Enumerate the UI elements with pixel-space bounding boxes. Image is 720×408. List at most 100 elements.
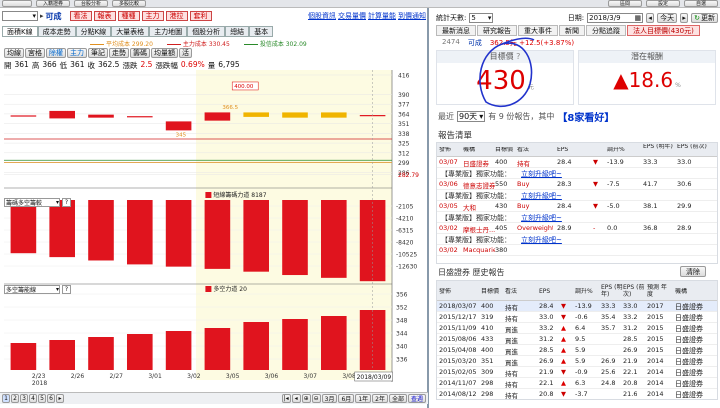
history-row[interactable]: 2014/11/07 298 持有 22.1 ▲ 6.3 24.8 20.8 2014 日盛證券	[437, 378, 717, 389]
report-button[interactable]: 報表	[93, 11, 116, 21]
link-stock-info[interactable]: 個股資訊	[308, 11, 336, 21]
range-week[interactable]: 查週	[407, 394, 426, 403]
history-title: 日盛證券 歷史報告	[438, 268, 505, 277]
refresh-button[interactable]: ↻ 更新	[691, 12, 718, 23]
indicator2-help[interactable]: ?	[62, 285, 71, 294]
history-row[interactable]: 2015/11/09 410 買進 33.2 ▲ 6.4 35.7 31.2 2015 日盛證券	[437, 323, 717, 334]
tab-volume-table[interactable]: 大量表格	[111, 26, 150, 37]
tab-analysis[interactable]: 個股分析	[187, 26, 226, 37]
range-1y[interactable]: 1年	[355, 394, 372, 403]
tab-branch-k[interactable]: 分點K線	[75, 26, 112, 37]
ind2-tick-label: 340	[396, 344, 408, 351]
price-candle	[320, 112, 347, 118]
today-button[interactable]: 今天	[657, 12, 678, 23]
tool-grid[interactable]: 宮格	[25, 48, 45, 58]
upgrade-link[interactable]: 立刻升級吧~	[521, 191, 562, 201]
menu-item-2[interactable]: 入籍證券	[36, 0, 70, 7]
port-button[interactable]: 港拉	[165, 11, 188, 21]
tab-latest-news[interactable]: 最新消息	[436, 25, 476, 36]
tool-live[interactable]: 活	[179, 48, 192, 58]
next-day-icon[interactable]: ▸	[680, 12, 689, 23]
tool-avgvol[interactable]: 均量額	[151, 48, 178, 58]
tool-chips[interactable]: 籌碼	[130, 48, 150, 58]
tab-area-k[interactable]: 面積K線	[2, 26, 38, 37]
date-input[interactable]: 2018/3/9 ▦	[587, 12, 644, 23]
page-next-icon[interactable]: ▸	[56, 394, 64, 403]
stock-select[interactable]: ▾	[2, 11, 38, 21]
upgrade-link[interactable]: 立刻升級吧~	[521, 213, 562, 223]
tool-trend[interactable]: 走勢	[109, 48, 129, 58]
history-row[interactable]: 2015/12/17 319 持有 33.0 ▼ -0.6 35.4 33.2 2015 日盛證券	[437, 312, 717, 323]
range-all[interactable]: 全部	[388, 394, 407, 403]
prev-icon[interactable]: ◂	[291, 394, 301, 403]
tab-news[interactable]: 新聞	[559, 25, 585, 36]
page-3[interactable]: 3	[20, 394, 28, 403]
menu-right-2[interactable]: 設定	[646, 0, 680, 7]
history-cell: 持有	[505, 315, 518, 323]
upgrade-link[interactable]: 立刻升級吧~	[521, 235, 562, 245]
page-5[interactable]: 5	[38, 394, 46, 403]
period-label: 統計天數:	[436, 13, 467, 22]
main-force-button[interactable]: 主力	[141, 11, 164, 21]
next-arrow-icon[interactable]: ▸	[40, 12, 44, 20]
indicator2-select[interactable]: 多空籌能線 ▾	[4, 285, 60, 294]
indicator1-select[interactable]: 籌碼多空籌較 ▾	[4, 198, 60, 207]
tool-ma[interactable]: 均線	[4, 48, 24, 58]
history-cell: ▲	[561, 335, 566, 343]
x-axis-label: 2/27	[110, 373, 124, 380]
zoom-in-icon[interactable]: ⊕	[301, 394, 311, 403]
tab-cost-trend[interactable]: 成本走勢	[37, 26, 76, 37]
range-6m[interactable]: 6月	[338, 394, 355, 403]
recent-select[interactable]: 90天 ▾	[457, 111, 486, 122]
prev-day-icon[interactable]: ◂	[646, 12, 655, 23]
indicator1-help[interactable]: ?	[62, 198, 71, 207]
range-3m[interactable]: 3月	[321, 394, 338, 403]
upgrade-link[interactable]: 立刻升級吧~	[521, 169, 562, 179]
page-6[interactable]: 6	[47, 394, 55, 403]
report-row[interactable]: 03/02 摩根士丹... 405 Overweight 28.9-0.0 36.8 28.…	[437, 223, 717, 234]
price-tick-label: 282.79	[398, 172, 419, 179]
type-button[interactable]: 種種	[117, 11, 140, 21]
clear-button[interactable]: 清除	[680, 266, 706, 277]
tool-mainforce[interactable]: 主力	[67, 48, 87, 58]
history-cell: 28.5	[623, 335, 638, 343]
report-row[interactable]: 03/05 大和 430 Buy 28.4 ▼ -5.0 38.1 29.9	[437, 201, 717, 212]
tab-target-price[interactable]: 法人目標價(430元)	[627, 25, 700, 36]
history-row[interactable]: 2014/08/12 298 持有 20.8 ▼ -3.7 21.6 2014 日盛證券	[437, 389, 717, 399]
tool-exright[interactable]: 除權	[46, 48, 66, 58]
link-volume[interactable]: 交易量價	[338, 11, 366, 21]
upgrade-note: 【專業版】獨家功能：	[441, 236, 511, 244]
link-alert[interactable]: 到價通知	[398, 11, 426, 21]
page-1[interactable]: 1	[2, 394, 10, 403]
arbitrage-button[interactable]: 套利	[189, 11, 212, 21]
history-row[interactable]: 2015/08/06 433 買進 31.2 ▲ 9.5 28.5 2015 日盛證券	[437, 334, 717, 345]
zoom-out-icon[interactable]: ⊖	[311, 394, 321, 403]
menu-item-3[interactable]: 台股分析	[74, 0, 108, 7]
tool-note[interactable]: 筆記	[88, 48, 108, 58]
stock-chart[interactable]: 416390377364351338325312299286282.79400.…	[0, 70, 427, 390]
menu-right-3[interactable]: 自選	[684, 0, 718, 7]
range-2y[interactable]: 2年	[372, 394, 388, 403]
tab-branch[interactable]: 分點追蹤	[586, 25, 626, 36]
history-row[interactable]: 2015/03/20 351 買進 26.9 ▲ 5.9 26.9 21.9 2014 日盛證券	[437, 356, 717, 367]
menu-right-1[interactable]: 區間	[608, 0, 642, 7]
tab-force-map[interactable]: 主力地圖	[149, 26, 188, 37]
link-calc[interactable]: 計算量能	[368, 11, 396, 21]
tab-basic[interactable]: 基本	[249, 26, 274, 37]
history-row[interactable]: 2018/03/07 400 持有 28.4 ▼ -13.9 33.3 33.0 2017 日盛證…	[437, 301, 717, 312]
page-4[interactable]: 4	[29, 394, 37, 403]
report-row[interactable]: 03/06 德意志證券 550 Buy 28.3 ▼ -7.5 41.7 30.6	[437, 179, 717, 190]
x-axis-label: 3/05	[226, 373, 240, 380]
first-icon[interactable]: |◂	[281, 394, 291, 403]
report-row[interactable]: 03/07 日盛證券 400 持有 28.4 ▼ -13.9 33.3 33.0	[437, 157, 717, 168]
report-row[interactable]: 03/02 Macquarie 380	[437, 245, 717, 256]
recent-line: 最近 90天 ▾ 有 9 份報告，其中 【8家看好】	[438, 111, 615, 124]
menu-item-4[interactable]: 多股比較	[112, 0, 146, 7]
page-2[interactable]: 2	[11, 394, 19, 403]
period-select[interactable]: 5 ▾	[469, 12, 494, 23]
view-button[interactable]: 看法	[69, 11, 92, 21]
menu-item-1[interactable]	[2, 0, 32, 7]
history-row[interactable]: 2015/02/05 309 持有 21.9 ▼ -0.9 25.6 22.1 2014 日盛證券	[437, 367, 717, 378]
tab-summary[interactable]: 總結	[225, 26, 250, 37]
history-row[interactable]: 2015/04/08 400 買進 28.5 ▲ 5.9 26.9 2015 日盛證券	[437, 345, 717, 356]
